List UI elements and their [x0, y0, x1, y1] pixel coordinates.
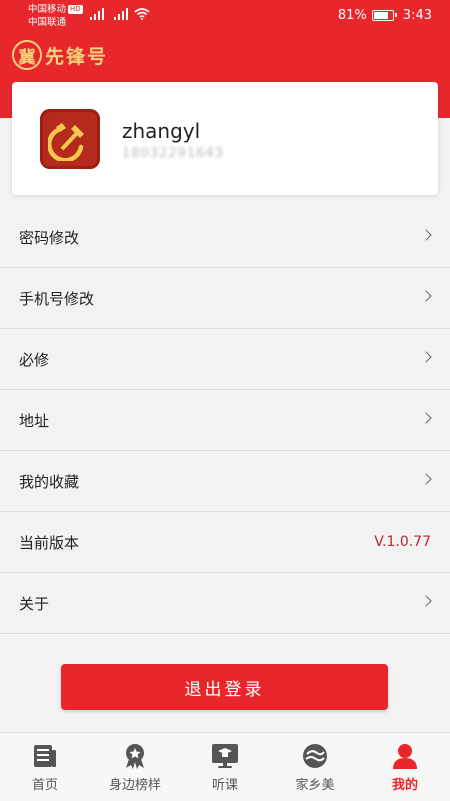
news-icon — [30, 741, 60, 771]
logo-text: 先锋号 — [45, 45, 109, 68]
menu-item-change-password[interactable]: 密码修改 — [0, 207, 450, 268]
phone-number: 18032291643 — [122, 146, 224, 161]
status-bar: 中国移动 HD 中国联通 81% 3:43 — [0, 0, 450, 34]
battery-fill — [373, 12, 388, 19]
chevron-right-icon — [420, 229, 432, 241]
profile-card[interactable]: zhangyl 18032291643 — [12, 82, 438, 195]
menu-item-label: 手机号修改 — [19, 289, 95, 308]
tab-hometown[interactable]: 家乡美 — [270, 733, 360, 801]
menu-item-label: 密码修改 — [19, 228, 80, 247]
classroom-icon — [210, 741, 240, 771]
tab-mine[interactable]: 我的 — [360, 733, 450, 801]
logout-button[interactable]: 退出登录 — [61, 664, 388, 710]
menu-item-favorites[interactable]: 我的收藏 — [0, 451, 450, 512]
hd-badge: HD — [68, 5, 83, 14]
tab-label: 家乡美 — [295, 778, 335, 793]
app-logo: 冀 先锋号 — [12, 40, 108, 70]
battery-percent: 81% — [337, 8, 367, 23]
carrier-2: 中国联通 — [28, 17, 67, 28]
logo-mark: 冀 — [12, 40, 42, 70]
party-emblem-icon — [40, 109, 100, 169]
menu-item-required-courses[interactable]: 必修 — [0, 329, 450, 390]
menu-item-about[interactable]: 关于 — [0, 573, 450, 634]
carrier-1: 中国移动 — [28, 4, 67, 15]
chevron-right-icon — [420, 290, 432, 302]
tab-lectures[interactable]: 听课 — [180, 733, 270, 801]
tab-label: 身边榜样 — [108, 778, 161, 793]
settings-menu: 密码修改 手机号修改 必修 地址 我的收藏 当前版本 V.1.0.77 关于 — [0, 207, 450, 634]
menu-item-label: 关于 — [19, 594, 50, 613]
chevron-right-icon — [420, 412, 432, 424]
user-icon — [390, 741, 420, 771]
scenery-icon — [300, 741, 330, 771]
tab-label: 首页 — [31, 778, 58, 793]
chevron-right-icon — [420, 473, 432, 485]
menu-item-label: 我的收藏 — [19, 472, 80, 491]
menu-item-label: 当前版本 — [19, 533, 80, 552]
menu-item-label: 必修 — [19, 350, 50, 369]
username: zhangyl — [122, 119, 201, 143]
chevron-right-icon — [420, 595, 432, 607]
chevron-right-icon — [420, 351, 432, 363]
menu-item-address[interactable]: 地址 — [0, 390, 450, 451]
clock: 3:43 — [402, 8, 432, 23]
bottom-tab-bar: 首页 身边榜样 听课 家乡美 我的 — [0, 732, 450, 801]
carrier-info: 中国移动 HD 中国联通 — [28, 3, 83, 29]
tab-label: 听课 — [211, 778, 238, 793]
tab-home[interactable]: 首页 — [0, 733, 90, 801]
signal-icon-2 — [114, 8, 128, 20]
signal-icon — [90, 8, 104, 20]
menu-item-current-version: 当前版本 V.1.0.77 — [0, 512, 450, 573]
tab-role-models[interactable]: 身边榜样 — [90, 733, 180, 801]
tab-label: 我的 — [391, 778, 418, 793]
medal-icon — [120, 741, 150, 771]
battery-icon — [371, 10, 397, 21]
menu-item-label: 地址 — [19, 411, 50, 430]
wifi-icon — [134, 8, 150, 20]
version-value: V.1.0.77 — [374, 534, 431, 550]
menu-item-change-phone[interactable]: 手机号修改 — [0, 268, 450, 329]
